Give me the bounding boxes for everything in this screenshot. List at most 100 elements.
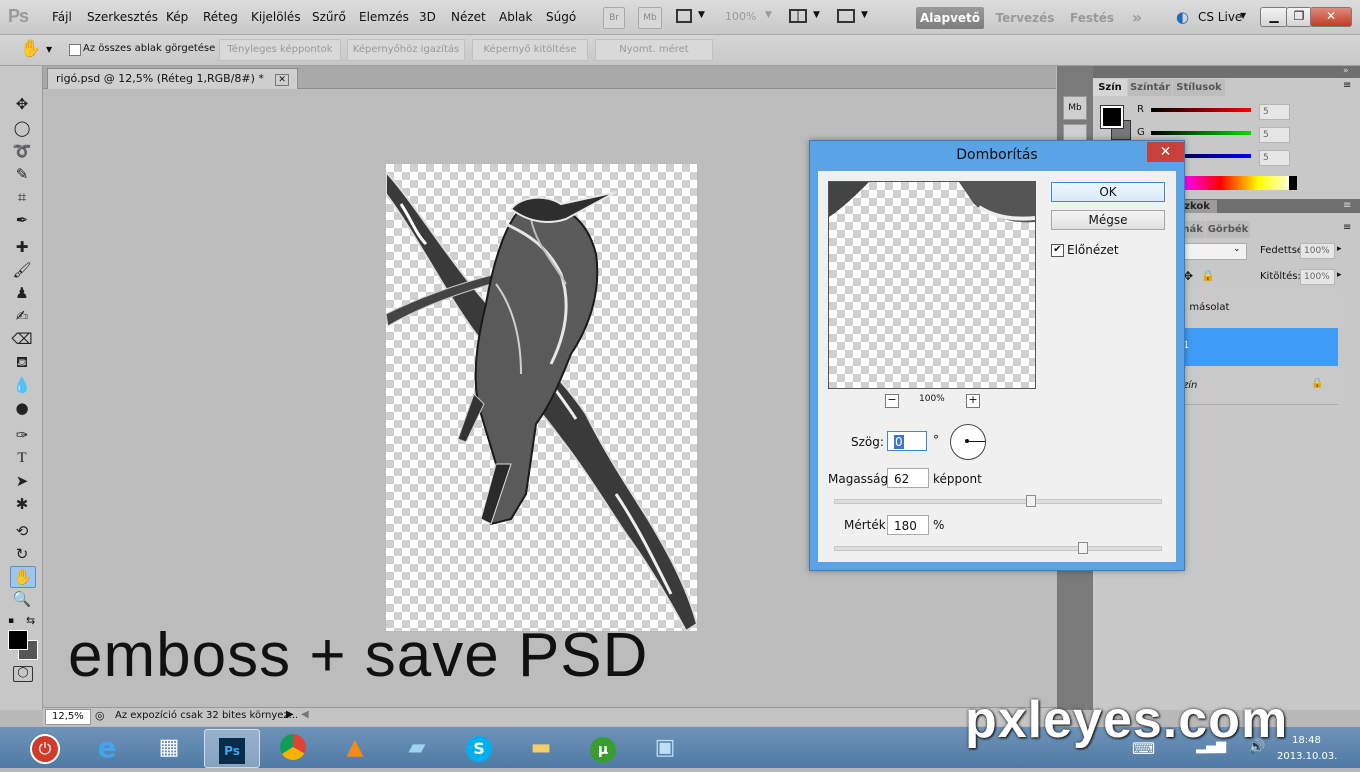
foreground-color-swatch[interactable] bbox=[8, 630, 28, 650]
menu-image[interactable]: Kép bbox=[166, 10, 188, 24]
tab-styles[interactable]: Stílusok bbox=[1173, 79, 1225, 96]
explorer-button[interactable]: ▬ bbox=[514, 729, 568, 766]
panel-menu-icon[interactable]: ≡ bbox=[1343, 200, 1351, 211]
height-slider-track[interactable] bbox=[834, 499, 1162, 504]
lasso-tool-icon[interactable]: ➰ bbox=[10, 141, 34, 161]
amount-slider-track[interactable] bbox=[834, 546, 1162, 551]
clock-time[interactable]: 18:48 bbox=[1292, 735, 1321, 746]
channel-r-slider[interactable] bbox=[1151, 108, 1251, 112]
blur-tool-icon[interactable]: 💧 bbox=[10, 375, 34, 395]
height-slider-thumb[interactable] bbox=[1025, 495, 1036, 507]
ok-button[interactable]: OK bbox=[1051, 182, 1165, 202]
channel-r-value[interactable]: 5 bbox=[1259, 104, 1290, 120]
restore-button[interactable]: ❐ bbox=[1286, 7, 1312, 27]
minibridge-button[interactable]: Mb bbox=[638, 7, 662, 29]
paint-bucket-tool-icon[interactable]: ⛾ bbox=[10, 352, 34, 372]
move-tool-icon[interactable]: ✥ bbox=[10, 94, 34, 114]
menu-edit[interactable]: Szerkesztés bbox=[87, 10, 158, 24]
angle-dial[interactable] bbox=[950, 424, 986, 460]
filter-preview[interactable] bbox=[828, 181, 1036, 389]
swap-colors-icon[interactable]: ⇆ bbox=[26, 614, 35, 627]
zoom-level[interactable]: 100% bbox=[725, 10, 756, 23]
menu-analysis[interactable]: Elemzés bbox=[359, 10, 409, 24]
type-tool-icon[interactable]: T bbox=[10, 448, 34, 468]
brush-tool-icon[interactable]: 🖌 bbox=[10, 260, 34, 280]
tab-curves[interactable]: Görbék bbox=[1206, 221, 1250, 238]
zoom-tool-icon[interactable]: 🔍 bbox=[10, 589, 34, 609]
chevron-down-icon[interactable]: ▼ bbox=[46, 45, 52, 54]
zoom-out-button[interactable]: − bbox=[885, 394, 899, 408]
photoshop-taskbar-button[interactable]: Ps bbox=[204, 729, 260, 768]
arrange-documents-icon[interactable] bbox=[789, 9, 807, 23]
color-ramp-black[interactable] bbox=[1289, 176, 1297, 190]
collapse-panel-icon[interactable]: » bbox=[1343, 66, 1349, 76]
quick-select-tool-icon[interactable]: ✎ bbox=[10, 164, 34, 184]
lock-all-icon[interactable]: 🔒 bbox=[1201, 269, 1215, 282]
fill-screen-button[interactable]: Képernyő kitöltése bbox=[472, 39, 588, 61]
minimize-button[interactable]: ▁ bbox=[1260, 7, 1288, 27]
close-tab-icon[interactable]: ✕ bbox=[275, 74, 289, 86]
menu-file[interactable]: Fájl bbox=[52, 10, 72, 24]
fill-value[interactable]: 100% bbox=[1300, 269, 1335, 285]
channel-g-slider[interactable] bbox=[1151, 131, 1251, 135]
menu-filter[interactable]: Szűrő bbox=[312, 10, 346, 24]
clock-date[interactable]: 2013.10.03. bbox=[1277, 751, 1337, 762]
amount-input[interactable]: 180 bbox=[887, 515, 929, 535]
actual-pixels-button[interactable]: Tényleges képpontok bbox=[219, 39, 341, 61]
pen-tool-icon[interactable]: ✑ bbox=[10, 425, 34, 445]
eraser-tool-icon[interactable]: ⌫ bbox=[10, 329, 34, 349]
opacity-value[interactable]: 100% bbox=[1300, 243, 1335, 259]
marquee-tool-icon[interactable]: ◯ bbox=[10, 118, 34, 138]
height-input[interactable]: 62 bbox=[887, 468, 929, 488]
bridge-button[interactable]: Br bbox=[603, 7, 625, 29]
utorrent-button[interactable]: µ bbox=[576, 729, 630, 766]
opacity-arrow-icon[interactable]: ▸ bbox=[1337, 244, 1342, 254]
fg-color-swatch[interactable] bbox=[1100, 105, 1124, 129]
menu-layer[interactable]: Réteg bbox=[203, 10, 238, 24]
print-size-button[interactable]: Nyomt. méret bbox=[595, 39, 713, 61]
fill-arrow-icon[interactable]: ▸ bbox=[1337, 270, 1342, 280]
minibridge-panel-icon[interactable]: Mb bbox=[1063, 96, 1087, 120]
fit-screen-button[interactable]: Képernyőhöz igazítás bbox=[347, 39, 465, 61]
zoom-field[interactable]: 12,5% bbox=[45, 709, 91, 725]
menu-window[interactable]: Ablak bbox=[499, 10, 532, 24]
color-ramp[interactable] bbox=[1183, 176, 1296, 190]
panel-menu-icon[interactable]: ≡ bbox=[1343, 80, 1351, 91]
history-brush-tool-icon[interactable]: ✍ bbox=[10, 306, 34, 326]
scroll-left-icon[interactable]: ◀ bbox=[301, 709, 309, 720]
calculator-button[interactable]: ▦ bbox=[142, 729, 196, 766]
close-window-button[interactable]: ✕ bbox=[1310, 7, 1352, 27]
workspace-design[interactable]: Tervezés bbox=[993, 7, 1057, 29]
notepad-button[interactable]: ▰ bbox=[390, 729, 444, 766]
3d-rotate-tool-icon[interactable]: ⟲ bbox=[10, 521, 34, 541]
default-colors-icon[interactable]: ▪ bbox=[8, 616, 14, 626]
menu-3d[interactable]: 3D bbox=[419, 10, 436, 24]
workspace-painting[interactable]: Festés bbox=[1066, 7, 1118, 29]
path-select-tool-icon[interactable]: ➤ bbox=[10, 471, 34, 491]
more-workspaces-icon[interactable]: » bbox=[1126, 7, 1148, 29]
channel-b-value[interactable]: 5 bbox=[1259, 150, 1290, 166]
spot-healing-tool-icon[interactable]: ✚ bbox=[10, 237, 34, 257]
status-info-icon[interactable]: ◎ bbox=[95, 709, 105, 722]
scroll-all-checkbox[interactable] bbox=[69, 44, 81, 56]
channel-g-value[interactable]: 5 bbox=[1259, 127, 1290, 143]
play-arrow-icon[interactable]: ▶ bbox=[286, 709, 294, 720]
menu-select[interactable]: Kijelölés bbox=[251, 10, 301, 24]
amount-slider-thumb[interactable] bbox=[1077, 542, 1088, 554]
internet-explorer-button[interactable]: e bbox=[80, 729, 134, 766]
workspace-essentials[interactable]: Alapvető bbox=[916, 7, 984, 29]
menu-view[interactable]: Nézet bbox=[451, 10, 486, 24]
quick-mask-icon[interactable]: ◯ bbox=[13, 666, 33, 682]
hand-tool-icon[interactable]: ✋ bbox=[10, 566, 36, 588]
eyedropper-tool-icon[interactable]: ✒ bbox=[10, 210, 34, 230]
layer-row[interactable]: . másolat bbox=[1177, 290, 1338, 329]
dodge-tool-icon[interactable]: ● bbox=[10, 398, 34, 418]
screen-mode-icon[interactable] bbox=[837, 9, 855, 23]
3d-orbit-tool-icon[interactable]: ↻ bbox=[10, 544, 34, 564]
custom-shape-tool-icon[interactable]: ✱ bbox=[10, 494, 34, 514]
panel-menu-icon[interactable]: ≡ bbox=[1343, 222, 1351, 233]
power-app-button[interactable]: ⏻ bbox=[18, 729, 72, 766]
skype-button[interactable]: S bbox=[452, 729, 506, 766]
angle-input[interactable]: 0 bbox=[887, 431, 927, 451]
tab-color[interactable]: Szín bbox=[1093, 79, 1127, 96]
